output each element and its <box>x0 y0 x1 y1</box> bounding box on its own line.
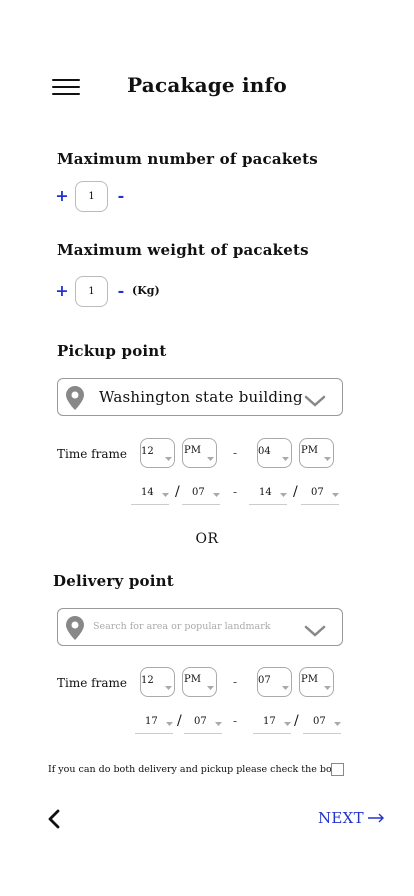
next-button[interactable]: NEXT <box>318 809 385 827</box>
caret-down-icon <box>162 493 169 497</box>
delivery-location-search[interactable]: Search for area or popular landmark <box>57 608 343 646</box>
caret-down-icon <box>334 722 341 726</box>
delivery-time-frame-label: Time frame <box>57 676 127 690</box>
delivery-from-period-select[interactable]: PM <box>182 667 217 697</box>
delivery-to-hour-select[interactable]: 07 <box>257 667 292 697</box>
caret-down-icon <box>207 457 214 461</box>
pickup-location-select[interactable]: Washington state building <box>57 378 343 416</box>
packets-decrement-button[interactable]: - <box>114 186 128 206</box>
both-services-checkbox[interactable] <box>331 763 344 776</box>
pickup-start-day-select[interactable]: 14 <box>131 485 169 505</box>
delivery-end-day-select[interactable]: 17 <box>253 714 291 734</box>
delivery-end-day-value: 17 <box>263 716 276 727</box>
packets-label: Maximum number of pacakets <box>57 150 318 168</box>
weight-decrement-button[interactable]: - <box>114 281 128 301</box>
caret-down-icon <box>280 493 287 497</box>
chevron-down-icon <box>304 625 326 637</box>
delivery-from-hour-select[interactable]: 12 <box>140 667 175 697</box>
pickup-start-date-slash: / <box>175 484 180 500</box>
location-pin-icon <box>66 386 84 410</box>
location-pin-icon <box>66 616 84 640</box>
pickup-start-day-value: 14 <box>141 487 154 498</box>
caret-down-icon <box>282 457 289 461</box>
pickup-from-period-select[interactable]: PM <box>182 438 217 468</box>
delivery-to-hour-value: 07 <box>258 675 271 686</box>
caret-down-icon <box>332 493 339 497</box>
delivery-date-separator: - <box>233 714 238 728</box>
delivery-label: Delivery point <box>53 572 174 590</box>
delivery-from-period-value: PM <box>184 674 201 685</box>
pickup-start-month-value: 07 <box>192 487 205 498</box>
next-button-label: NEXT <box>318 809 364 827</box>
pickup-end-month-select[interactable]: 07 <box>301 485 339 505</box>
back-arrow-icon[interactable] <box>46 809 62 829</box>
pickup-end-month-value: 07 <box>311 487 324 498</box>
or-divider: OR <box>195 531 219 547</box>
weight-increment-button[interactable]: + <box>55 281 69 301</box>
pickup-from-hour-value: 12 <box>141 446 154 457</box>
caret-down-icon <box>213 493 220 497</box>
delivery-start-month-value: 07 <box>194 716 207 727</box>
caret-down-icon <box>324 457 331 461</box>
delivery-end-month-value: 07 <box>313 716 326 727</box>
delivery-start-day-value: 17 <box>145 716 158 727</box>
pickup-end-day-value: 14 <box>259 487 272 498</box>
pickup-start-month-select[interactable]: 07 <box>182 485 220 505</box>
weight-quantity-input[interactable]: 1 <box>75 276 108 307</box>
weight-unit: (Kg) <box>132 284 160 297</box>
delivery-to-period-value: PM <box>301 674 318 685</box>
delivery-start-day-select[interactable]: 17 <box>135 714 173 734</box>
pickup-time-separator: - <box>233 446 238 460</box>
caret-down-icon <box>284 722 291 726</box>
caret-down-icon <box>165 457 172 461</box>
pickup-to-period-select[interactable]: PM <box>299 438 334 468</box>
delivery-start-month-select[interactable]: 07 <box>184 714 222 734</box>
pickup-end-day-select[interactable]: 14 <box>249 485 287 505</box>
caret-down-icon <box>165 686 172 690</box>
caret-down-icon <box>282 686 289 690</box>
weight-label: Maximum weight of pacakets <box>57 241 309 259</box>
pickup-to-hour-select[interactable]: 04 <box>257 438 292 468</box>
pickup-date-separator: - <box>233 485 238 499</box>
chevron-down-icon <box>304 395 326 407</box>
pickup-end-date-slash: / <box>293 484 298 500</box>
delivery-start-date-slash: / <box>177 713 182 729</box>
arrow-right-icon <box>367 813 384 823</box>
delivery-from-hour-value: 12 <box>141 675 154 686</box>
caret-down-icon <box>324 686 331 690</box>
pickup-time-frame-label: Time frame <box>57 447 127 461</box>
both-services-note: If you can do both delivery and pickup p… <box>48 764 338 775</box>
caret-down-icon <box>215 722 222 726</box>
delivery-time-separator: - <box>233 675 238 689</box>
delivery-end-month-select[interactable]: 07 <box>303 714 341 734</box>
delivery-search-placeholder: Search for area or popular landmark <box>93 621 271 632</box>
packets-increment-button[interactable]: + <box>55 186 69 206</box>
delivery-end-date-slash: / <box>294 713 299 729</box>
pickup-from-hour-select[interactable]: 12 <box>140 438 175 468</box>
pickup-from-period-value: PM <box>184 445 201 456</box>
packets-quantity-input[interactable]: 1 <box>75 181 108 212</box>
pickup-label: Pickup point <box>57 342 167 360</box>
pickup-to-hour-value: 04 <box>258 446 271 457</box>
delivery-to-period-select[interactable]: PM <box>299 667 334 697</box>
caret-down-icon <box>166 722 173 726</box>
caret-down-icon <box>207 686 214 690</box>
pickup-location-value: Washington state building <box>99 388 303 406</box>
page-title: Pacakage info <box>127 73 287 97</box>
pickup-to-period-value: PM <box>301 445 318 456</box>
